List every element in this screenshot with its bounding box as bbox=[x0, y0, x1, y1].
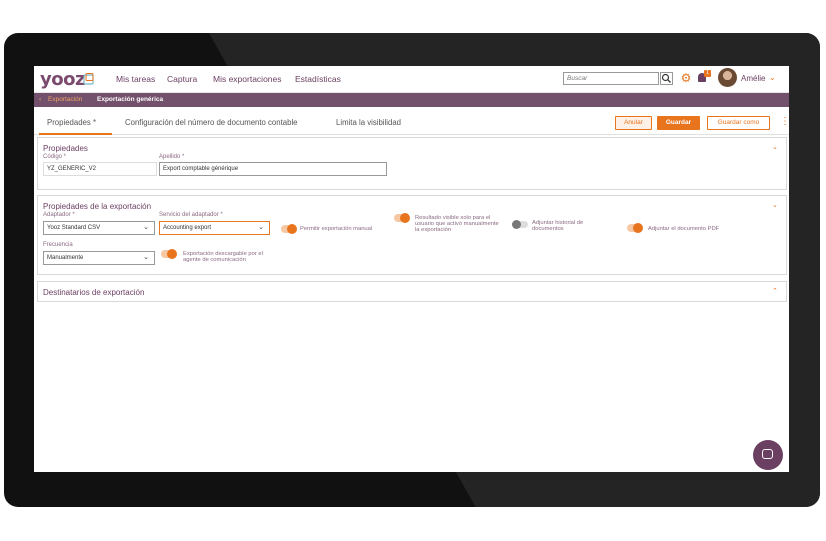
back-chevron-icon[interactable]: ‹ bbox=[39, 96, 41, 103]
code-label: Código * bbox=[43, 154, 67, 160]
active-tab-indicator bbox=[39, 133, 112, 135]
cancel-button[interactable]: Anular bbox=[615, 116, 652, 130]
properties-title: Propiedades bbox=[43, 144, 88, 153]
save-as-button[interactable]: Guardar como bbox=[707, 116, 770, 130]
breadcrumb-back-link[interactable]: Exportación bbox=[48, 96, 82, 103]
chevron-down-icon[interactable]: ⌄ bbox=[769, 73, 776, 82]
attach-pdf-toggle[interactable] bbox=[627, 223, 643, 233]
user-name[interactable]: Amélie bbox=[741, 74, 765, 83]
logo-document-icon bbox=[83, 73, 94, 85]
service-select[interactable]: Accounting export ⌄ bbox=[159, 221, 270, 235]
nav-captura[interactable]: Captura bbox=[167, 74, 197, 84]
chevron-down-icon: ⌄ bbox=[143, 224, 149, 231]
export-properties-panel: Propiedades de la exportación ⌄ Adaptado… bbox=[37, 195, 787, 275]
adapter-value: Yooz Standard CSV bbox=[47, 225, 101, 231]
result-visible-label: Resultado visible solo para el usuario q… bbox=[415, 215, 499, 233]
adapter-label: Adaptador * bbox=[43, 212, 75, 218]
gear-icon[interactable]: ⚙ bbox=[679, 71, 693, 85]
recipients-title[interactable]: Destinatarios de exportación bbox=[43, 288, 144, 297]
attach-pdf-label: Adjuntar el documento PDF bbox=[648, 226, 720, 232]
breadcrumb-current: Exportación genérica bbox=[97, 96, 164, 103]
chat-icon bbox=[762, 449, 773, 459]
chevron-down-icon: ⌄ bbox=[143, 254, 149, 261]
top-navbar: yooz Mis tareas Captura Mis exportacione… bbox=[34, 66, 789, 93]
avatar[interactable] bbox=[718, 68, 737, 87]
tab-bar: Propiedades * Configuración del número d… bbox=[34, 108, 789, 135]
collapse-chevron-icon[interactable]: ⌄ bbox=[772, 143, 778, 151]
service-value: Accounting export bbox=[163, 225, 212, 231]
downloadable-toggle[interactable] bbox=[161, 249, 177, 259]
frequency-value: Manualmente bbox=[47, 255, 84, 261]
tab-propiedades[interactable]: Propiedades * bbox=[47, 118, 96, 127]
attach-history-toggle[interactable] bbox=[512, 220, 528, 229]
yooz-logo[interactable]: yooz bbox=[40, 69, 85, 90]
allow-manual-label: Permitir exportación manual bbox=[300, 226, 373, 232]
tab-visibilidad[interactable]: Limita la visibilidad bbox=[336, 118, 401, 127]
properties-panel: Propiedades ⌄ Código * YZ_GENERIC_V2 Ape… bbox=[37, 137, 787, 190]
more-options-icon[interactable]: ⋮ bbox=[780, 117, 789, 127]
frequency-label: Frecuencia bbox=[43, 242, 73, 248]
surname-label: Apellido * bbox=[159, 154, 185, 160]
frequency-select[interactable]: Manualmente ⌄ bbox=[43, 251, 155, 265]
nav-mis-tareas[interactable]: Mis tareas bbox=[116, 74, 155, 84]
search-input[interactable]: Buscar bbox=[563, 72, 659, 85]
nav-mis-exportaciones[interactable]: Mis exportaciones bbox=[213, 74, 282, 84]
surname-field[interactable]: Export comptable générique bbox=[159, 162, 387, 176]
recipients-panel: Destinatarios de exportación ⌃ bbox=[37, 281, 787, 302]
breadcrumb: ‹ Exportación Exportación genérica bbox=[34, 93, 789, 107]
collapse-chevron-icon[interactable]: ⌄ bbox=[772, 201, 778, 209]
expand-chevron-icon[interactable]: ⌃ bbox=[772, 287, 778, 295]
save-button[interactable]: Guardar bbox=[657, 116, 700, 130]
chat-button[interactable] bbox=[753, 440, 783, 470]
result-visible-toggle[interactable] bbox=[394, 213, 410, 223]
downloadable-label: Exportación descargable por el agente de… bbox=[183, 251, 263, 263]
search-icon bbox=[661, 73, 671, 83]
service-label: Servicio del adaptador * bbox=[159, 212, 223, 218]
laptop-frame: yooz Mis tareas Captura Mis exportacione… bbox=[4, 33, 820, 507]
adapter-select[interactable]: Yooz Standard CSV ⌄ bbox=[43, 221, 155, 235]
nav-estadisticas[interactable]: Estadísticas bbox=[295, 74, 341, 84]
search-button[interactable] bbox=[660, 72, 673, 85]
app-screen: yooz Mis tareas Captura Mis exportacione… bbox=[34, 66, 789, 472]
allow-manual-toggle[interactable] bbox=[281, 224, 297, 234]
chevron-down-icon: ⌄ bbox=[258, 224, 264, 231]
export-properties-title: Propiedades de la exportación bbox=[43, 202, 152, 211]
tab-configuracion[interactable]: Configuración del número de documento co… bbox=[125, 118, 298, 127]
code-field[interactable]: YZ_GENERIC_V2 bbox=[43, 162, 157, 176]
notification-badge: 1 bbox=[704, 70, 711, 77]
attach-history-label: Adjuntar historial de documentos bbox=[532, 220, 584, 232]
